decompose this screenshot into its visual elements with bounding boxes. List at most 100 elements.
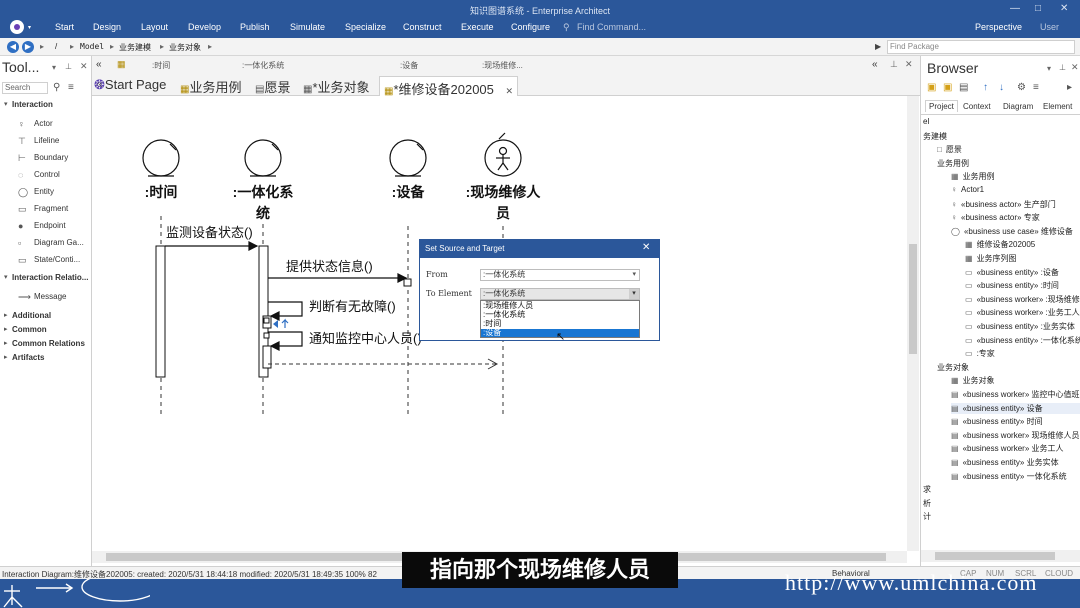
settings-icon[interactable]: ⚙ — [1017, 82, 1026, 93]
toolbox-section-common[interactable]: Common — [12, 325, 47, 334]
menu-specialize[interactable]: Specialize — [345, 22, 386, 32]
user-menu[interactable]: User — [1040, 22, 1059, 32]
tree-item[interactable]: ▭ «business worker» :现场维修人 — [965, 294, 1080, 305]
tree-item[interactable]: ♀ «business actor» 专家 — [951, 212, 1040, 223]
play-icon[interactable]: ▶ — [875, 42, 881, 51]
tab-repair-equipment[interactable]: ▦*维修设备202005 ✕ — [379, 76, 519, 97]
tree-item[interactable]: 求 — [923, 484, 931, 495]
tab-business-objects[interactable]: ▦*业务对象 — [303, 77, 370, 96]
menu-configure[interactable]: Configure — [511, 22, 550, 32]
toolbox-section-relations[interactable]: Interaction Relatio... — [12, 273, 88, 282]
toolbox-item-message[interactable]: Message — [34, 292, 66, 301]
message-label[interactable]: 判断有无故障() — [309, 296, 396, 315]
tree-item[interactable]: ▦ 维修设备202005 — [965, 239, 1035, 250]
tree-item[interactable]: ▭ «business entity» :时间 — [965, 280, 1059, 291]
browser-tab-diagram[interactable]: Diagram — [1003, 102, 1033, 111]
breadcrumb-business-modeling[interactable]: 业务建模 — [119, 42, 151, 53]
minimize-icon[interactable]: — — [1010, 3, 1020, 14]
scrollbar-thumb[interactable] — [909, 244, 917, 354]
add-element-icon[interactable]: ▤ — [959, 82, 968, 93]
tree-item[interactable]: 业务用例 — [937, 158, 969, 169]
breadcrumb-model[interactable]: Model — [80, 42, 104, 51]
toolbox-search-input[interactable]: Search — [2, 82, 48, 94]
menu-publish[interactable]: Publish — [240, 22, 270, 32]
browser-tab-context[interactable]: Context — [963, 102, 991, 111]
back-icon[interactable]: ◀ — [7, 41, 19, 53]
menu-simulate[interactable]: Simulate — [290, 22, 325, 32]
close-icon[interactable]: ✕ — [80, 61, 88, 72]
tab-business-use-case[interactable]: ▦业务用例 — [180, 77, 241, 96]
lifeline-label[interactable]: :时间 — [131, 182, 191, 202]
close-icon[interactable]: ✕ — [1060, 3, 1068, 14]
breadcrumb-business-objects[interactable]: 业务对象 — [169, 42, 201, 53]
close-icon[interactable]: ✕ — [642, 242, 650, 253]
toolbox-section-additional[interactable]: Additional — [12, 311, 51, 320]
new-package-icon[interactable]: ▣ — [927, 82, 936, 93]
folder-icon[interactable]: ▣ — [943, 82, 952, 93]
toolbox-item-entity[interactable]: Entity — [34, 187, 54, 196]
tree-item[interactable]: ▭ «business worker» :业务工人 — [965, 307, 1080, 318]
tree-item[interactable]: 计 — [923, 511, 931, 522]
tree-item[interactable]: ▤ «business worker» 业务工人 — [951, 443, 1063, 454]
expand-icon[interactable]: ▸ — [1067, 82, 1072, 93]
menu-start[interactable]: Start — [55, 22, 74, 32]
toolbox-item-state-continuation[interactable]: State/Conti... — [34, 255, 80, 264]
expand-icon[interactable]: « — [872, 59, 878, 70]
close-icon[interactable]: ✕ — [905, 59, 913, 70]
menu-construct[interactable]: Construct — [403, 22, 442, 32]
chevron-down-icon[interactable]: ▾ — [52, 63, 56, 72]
toolbox-item-endpoint[interactable]: Endpoint — [34, 221, 66, 230]
move-up-icon[interactable]: ↑ — [983, 82, 988, 93]
tree-item[interactable]: ♀ Actor1 — [951, 185, 984, 194]
menu-execute[interactable]: Execute — [461, 22, 494, 32]
tree-item[interactable]: ▤ «business entity» 设备 — [951, 402, 1080, 414]
menu-design[interactable]: Design — [93, 22, 121, 32]
toolbox-item-diagram-gate[interactable]: Diagram Ga... — [34, 238, 84, 247]
tab-vision[interactable]: ▤愿景 — [255, 77, 290, 96]
toolbox-item-lifeline[interactable]: Lifeline — [34, 136, 59, 145]
toolbox-item-actor[interactable]: Actor — [34, 119, 53, 128]
chevron-down-icon[interactable]: ▾ — [1047, 64, 1051, 73]
forward-icon[interactable]: ▶ — [22, 41, 34, 53]
tree-item[interactable]: 务建模 — [923, 131, 947, 142]
dropdown-option[interactable]: :一体化系统 — [483, 311, 639, 319]
menu-icon[interactable]: ≡ — [1033, 82, 1039, 93]
app-logo-icon[interactable] — [10, 20, 24, 34]
scrollbar-thumb[interactable] — [935, 552, 1055, 560]
browser-tab-element[interactable]: Element — [1043, 102, 1072, 111]
chevron-down-icon[interactable]: ▾ — [629, 289, 639, 299]
tab-start-page[interactable]: ❂Start Page — [94, 77, 166, 93]
tree-item[interactable]: ▤ «business entity» 业务实体 — [951, 457, 1059, 468]
message-label[interactable]: 监测设备状态() — [166, 222, 253, 241]
browser-horizontal-scrollbar[interactable] — [921, 550, 1080, 562]
move-down-icon[interactable]: ↓ — [999, 82, 1004, 93]
message-label[interactable]: 提供状态信息() — [286, 256, 373, 275]
lifeline-label[interactable]: :设备 — [378, 182, 438, 202]
from-select[interactable]: :一体化系统 ▾ — [480, 269, 640, 281]
search-icon[interactable]: ⚲ — [53, 82, 60, 93]
find-command-input[interactable]: Find Command... — [577, 22, 646, 32]
maximize-icon[interactable]: □ — [1035, 3, 1041, 14]
tree-item[interactable]: ▭ «business entity» :设备 — [965, 267, 1059, 278]
dropdown-option[interactable]: :时间 — [483, 320, 639, 328]
tree-item[interactable]: ▭:专家 — [965, 348, 995, 359]
tree-item[interactable]: ▦ 业务序列图 — [965, 253, 1017, 264]
close-icon[interactable]: ✕ — [1071, 62, 1079, 73]
tree-item[interactable]: ♀ «business actor» 生产部门 — [951, 199, 1056, 210]
toolbox-item-fragment[interactable]: Fragment — [34, 204, 68, 213]
close-icon[interactable]: ✕ — [506, 86, 514, 96]
tree-item[interactable]: ▤ «business worker» 监控中心值班人 — [951, 389, 1080, 400]
tree-item[interactable]: ▦ 业务用例 — [951, 171, 995, 182]
tree-item[interactable]: ▭ «business entity» :业务实体 — [965, 321, 1075, 332]
toolbox-section-common-relations[interactable]: Common Relations — [12, 339, 85, 348]
tree-item[interactable]: ◯ «business use case» 维修设备 — [951, 226, 1073, 237]
tree-item[interactable]: ▤ «business entity» 一体化系统 — [951, 471, 1067, 482]
collapse-icon[interactable]: « — [96, 59, 102, 70]
pin-icon[interactable]: ⊥ — [890, 59, 898, 70]
tree-item[interactable]: □ 愿景 — [937, 144, 962, 155]
tree-item[interactable]: 析 — [923, 498, 931, 509]
dropdown-option[interactable]: :现场维修人员 — [483, 302, 639, 310]
toolbox-item-control[interactable]: Control — [34, 170, 60, 179]
menu-icon[interactable]: ≡ — [68, 82, 74, 93]
tree-item[interactable]: 业务对象 — [937, 362, 969, 373]
